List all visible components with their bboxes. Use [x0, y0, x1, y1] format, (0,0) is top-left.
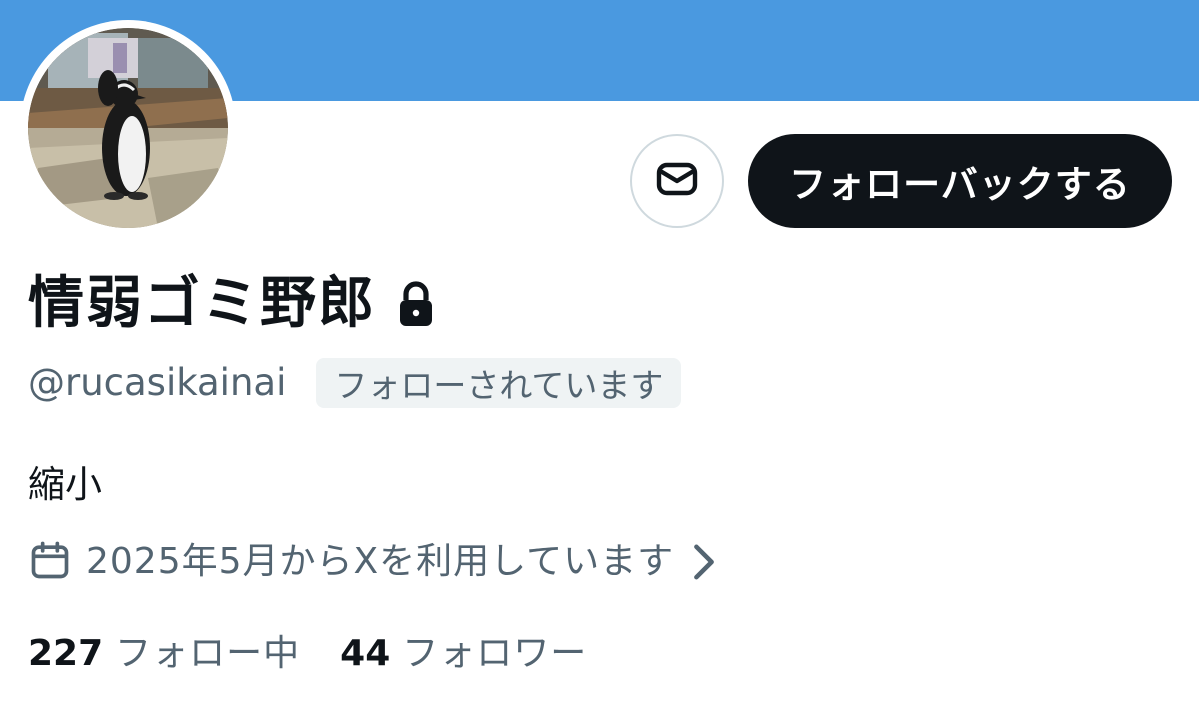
following-count: 227 [28, 633, 104, 674]
joined-date-text: 2025年5月からXを利用しています [86, 541, 675, 582]
follows-you-badge: フォローされています [316, 358, 682, 408]
follow-stats: 227 フォロー中 44 フォロワー [28, 624, 587, 676]
envelope-icon [653, 155, 701, 207]
display-name-row: 情弱ゴミ野郎 [28, 268, 438, 340]
profile-page: フォローバックする 情弱ゴミ野郎 @rucasikainai フォローされていま… [0, 0, 1199, 710]
followers-stat[interactable]: 44 フォロワー [340, 624, 587, 676]
display-name: 情弱ゴミ野郎 [28, 271, 376, 336]
avatar-photo [28, 28, 228, 228]
followers-count: 44 [340, 633, 391, 674]
avatar[interactable] [20, 20, 236, 236]
chevron-right-icon [692, 543, 716, 581]
followers-label: フォロワー [402, 633, 588, 674]
calendar-icon [28, 538, 72, 586]
message-button[interactable] [630, 134, 724, 228]
lock-icon [394, 280, 438, 328]
username-handle: @rucasikainai [28, 361, 287, 404]
follow-back-button[interactable]: フォローバックする [748, 134, 1172, 228]
profile-bio: 縮小 [28, 463, 102, 506]
handle-row: @rucasikainai フォローされています [28, 358, 682, 408]
following-label: フォロー中 [115, 633, 301, 674]
following-stat[interactable]: 227 フォロー中 [28, 624, 300, 676]
joined-date-link[interactable]: 2025年5月からXを利用しています [28, 537, 716, 587]
